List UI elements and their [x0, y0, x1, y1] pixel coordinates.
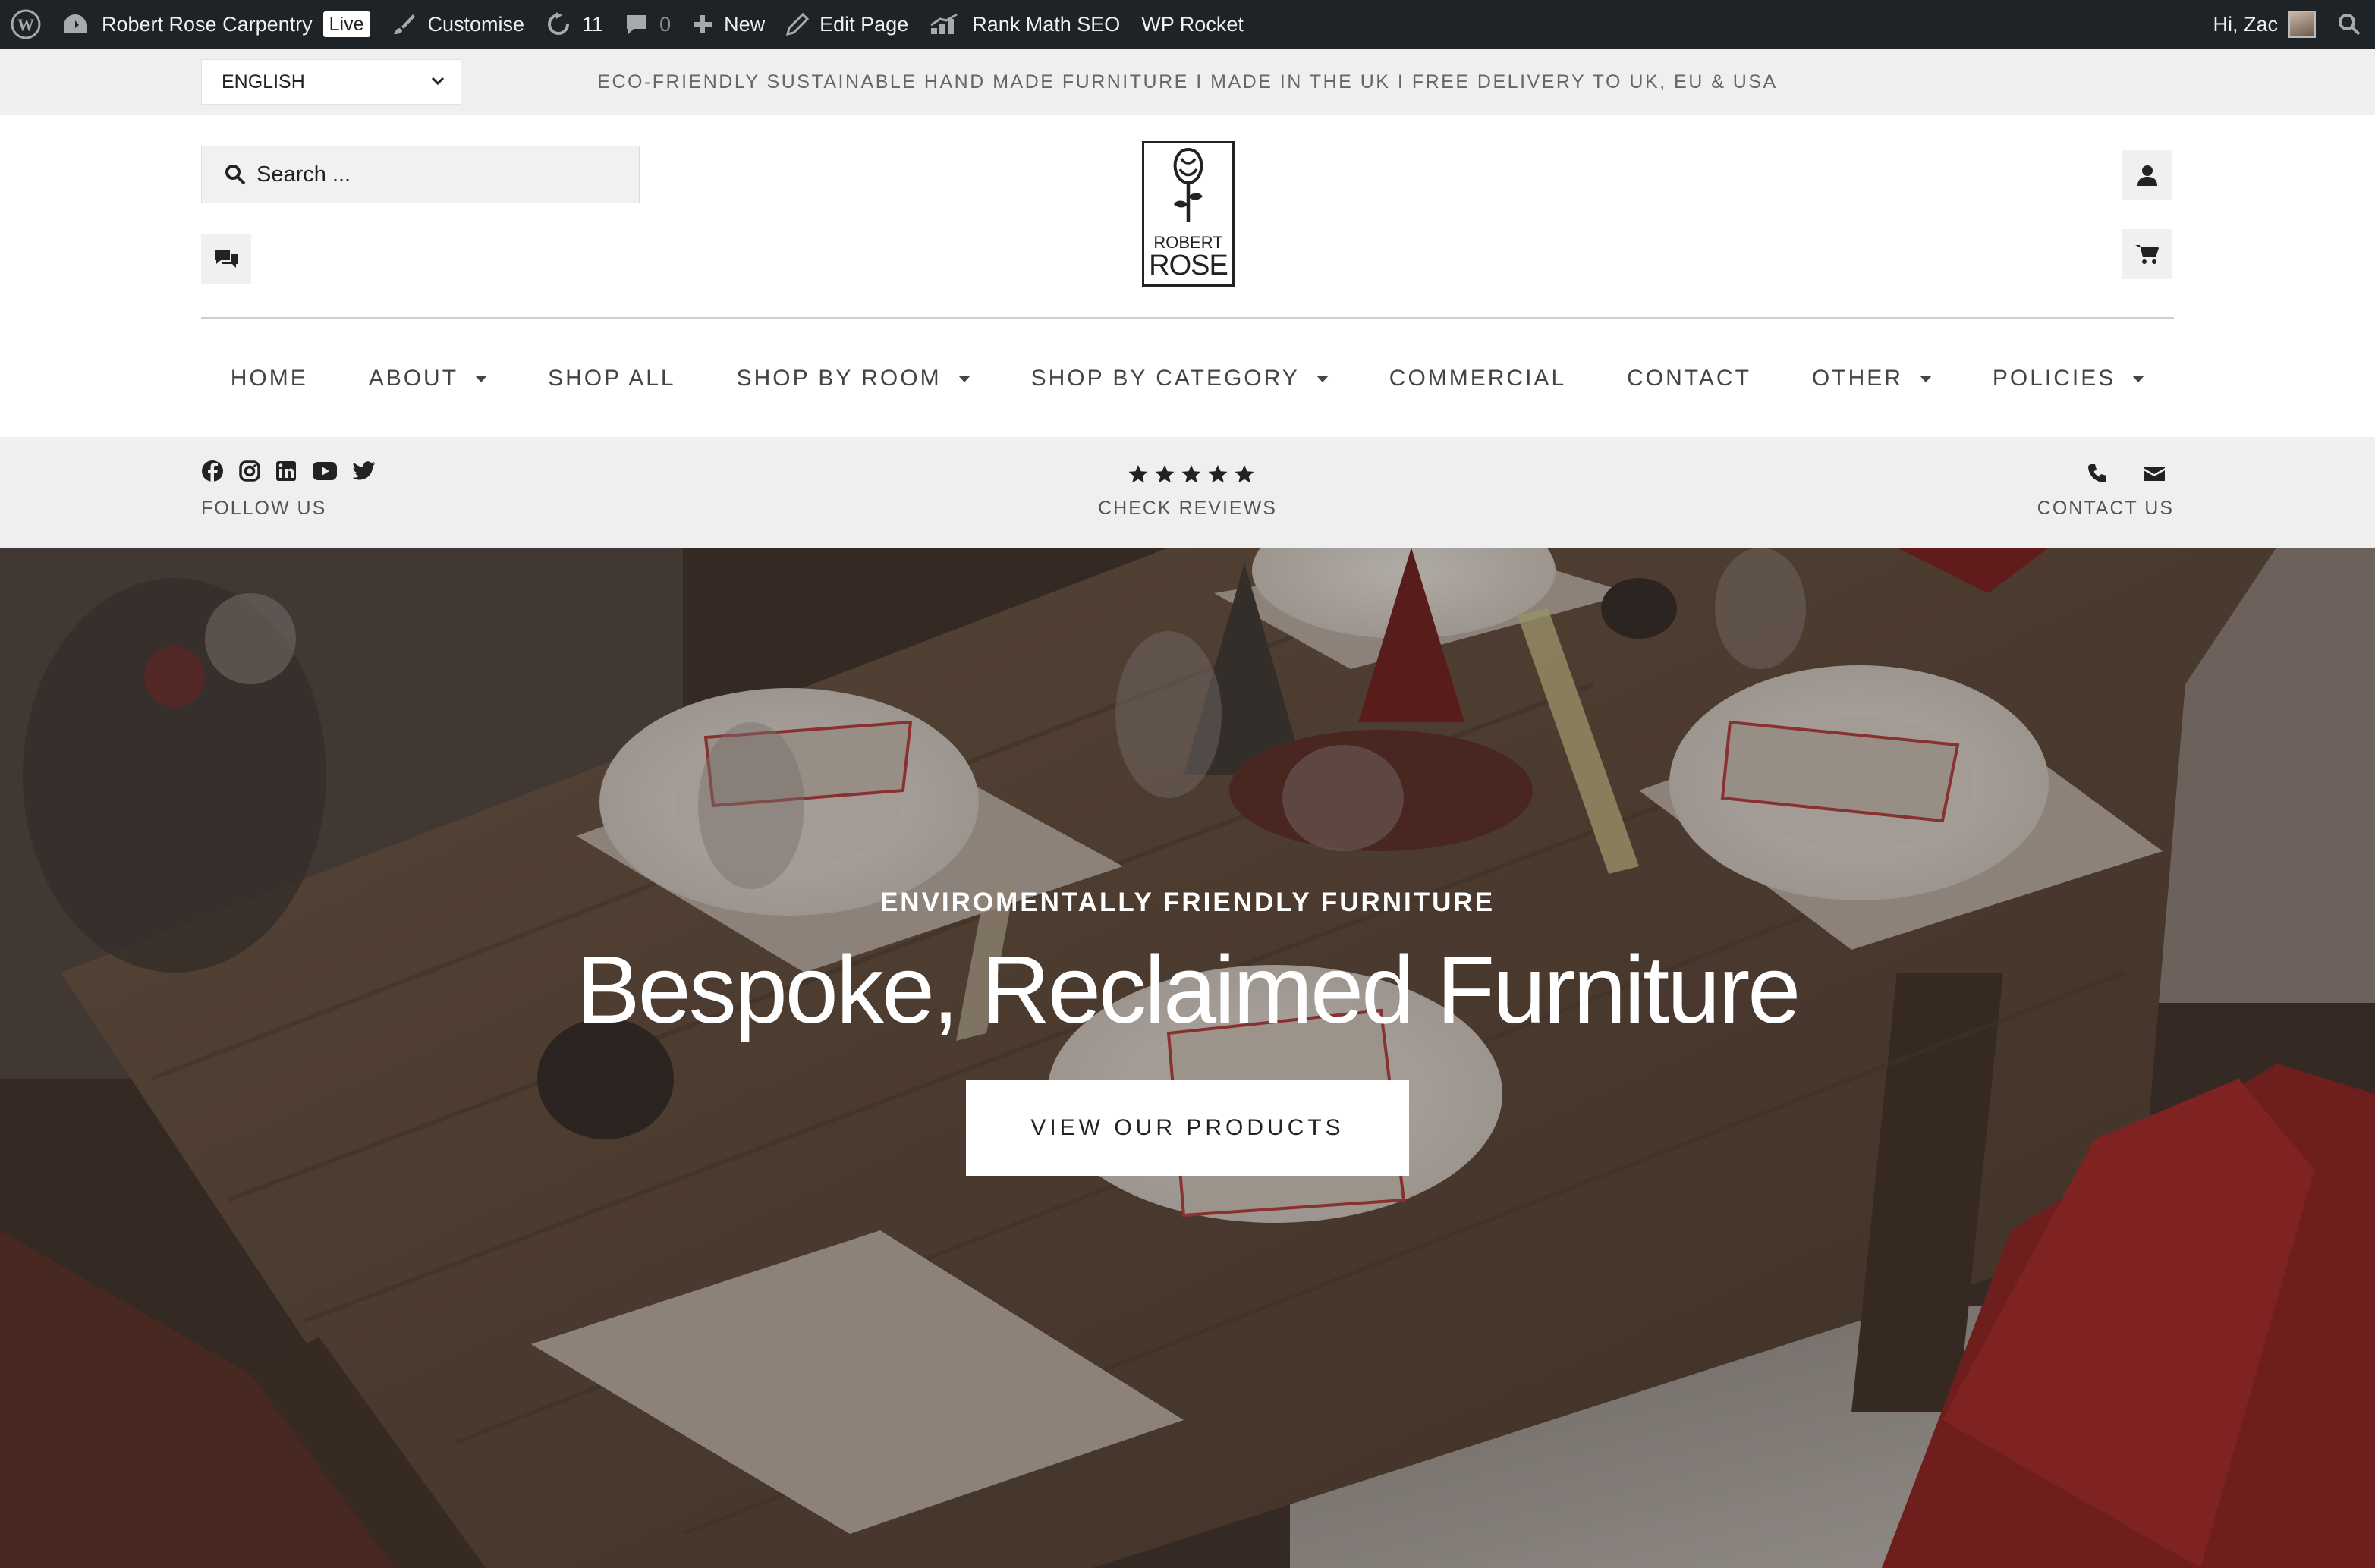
comments-link[interactable]: 0: [614, 0, 681, 49]
view-products-button[interactable]: VIEW OUR PRODUCTS: [966, 1080, 1409, 1176]
social-links: [201, 460, 376, 482]
star-icon: [1155, 465, 1175, 483]
rank-math-label: Rank Math SEO: [972, 12, 1121, 36]
hero-title: Bespoke, Reclaimed Furniture: [576, 936, 1801, 1043]
facebook-icon[interactable]: [201, 460, 224, 482]
linkedin-icon[interactable]: [275, 460, 297, 482]
nav-item-contact[interactable]: CONTACT: [1596, 366, 1782, 391]
star-icon: [1181, 465, 1201, 483]
avatar: [2288, 11, 2316, 38]
youtube-icon[interactable]: [312, 461, 338, 481]
hero-overlay: [0, 548, 2375, 1568]
svg-text:W: W: [17, 15, 34, 34]
nav-label: SHOP ALL: [548, 366, 676, 391]
dashboard-icon: [64, 14, 87, 33]
header-divider: [201, 317, 2174, 319]
instagram-icon[interactable]: [239, 460, 260, 482]
greeting: Hi, Zac: [2213, 12, 2278, 36]
rose-icon: [1173, 147, 1203, 222]
edit-page-label: Edit Page: [819, 12, 909, 36]
check-reviews-label[interactable]: CHECK REVIEWS: [0, 498, 2375, 520]
wp-rocket-link[interactable]: WP Rocket: [1131, 0, 1254, 49]
wordpress-icon: W: [11, 9, 41, 39]
contact-links: [2087, 463, 2166, 484]
refresh-icon: [548, 12, 570, 35]
plus-icon: [694, 15, 712, 33]
chat-button[interactable]: [201, 234, 251, 284]
nav-item-shop-all[interactable]: SHOP ALL: [517, 366, 706, 391]
brush-icon: [393, 14, 415, 34]
site-header: ROBERT ROSE HOME ABOUT SHOP ALL SHOP BY …: [0, 115, 2375, 437]
caret-down-icon: [475, 375, 488, 382]
nav-label: COMMERCIAL: [1389, 366, 1567, 391]
phone-icon[interactable]: [2087, 463, 2108, 484]
nav-label: OTHER: [1811, 366, 1903, 391]
updates-count: 11: [582, 12, 604, 36]
admin-bar: W Robert Rose Carpentry Live Customise 1…: [0, 0, 2375, 49]
updates-link[interactable]: 11: [535, 0, 614, 49]
info-bar: FOLLOW US CHECK REVIEWS CONTACT US: [0, 437, 2375, 548]
view-products-label: VIEW OUR PRODUCTS: [1030, 1115, 1345, 1140]
star-icon: [1235, 465, 1254, 483]
account-menu[interactable]: Hi, Zac: [2202, 0, 2326, 49]
comment-icon: [627, 15, 647, 34]
star-icon: [1128, 465, 1148, 483]
nav-label: HOME: [230, 366, 308, 391]
edit-page-link[interactable]: Edit Page: [775, 0, 919, 49]
search-icon: [2339, 14, 2361, 36]
customise-link[interactable]: Customise: [381, 0, 536, 49]
announcement-strip: ENGLISH ECO-FRIENDLY SUSTAINABLE HAND MA…: [0, 49, 2375, 115]
nav-item-shop-by-category[interactable]: SHOP BY CATEGORY: [1001, 366, 1359, 391]
site-name-link[interactable]: Robert Rose Carpentry Live: [52, 0, 381, 49]
nav-item-policies[interactable]: POLICIES: [1962, 366, 2175, 391]
wp-rocket-label: WP Rocket: [1141, 12, 1244, 36]
nav-item-about[interactable]: ABOUT: [338, 366, 517, 391]
caret-down-icon: [2132, 375, 2145, 382]
star-icon: [1208, 465, 1228, 483]
hero-eyebrow: ENVIROMENTALLY FRIENDLY FURNITURE: [879, 888, 1496, 917]
cart-button[interactable]: [2122, 229, 2172, 279]
search-icon: [225, 165, 246, 185]
user-icon: [2138, 165, 2157, 186]
new-label: New: [724, 12, 766, 36]
hero-section: ENVIROMENTALLY FRIENDLY FURNITURE Bespok…: [0, 548, 2375, 1568]
rank-math-link[interactable]: Rank Math SEO: [919, 0, 1131, 49]
search-input[interactable]: [256, 162, 621, 187]
site-name: Robert Rose Carpentry: [102, 12, 313, 36]
admin-search-button[interactable]: [2326, 0, 2375, 49]
new-content-link[interactable]: New: [681, 0, 775, 49]
chat-icon: [215, 250, 238, 268]
logo-text-rose: ROSE: [1149, 250, 1228, 281]
caret-down-icon: [958, 375, 970, 382]
live-badge: Live: [322, 11, 370, 37]
wordpress-logo-button[interactable]: W: [0, 0, 52, 49]
pencil-icon: [786, 13, 810, 36]
customise-label: Customise: [427, 12, 525, 36]
twitter-icon[interactable]: [353, 461, 376, 481]
rating-stars[interactable]: [1128, 464, 1255, 484]
nav-label: POLICIES: [1992, 366, 2116, 391]
caret-down-icon: [1316, 375, 1329, 382]
search-box[interactable]: [201, 146, 640, 203]
rank-math-icon: [930, 13, 958, 34]
nav-label: SHOP BY ROOM: [736, 366, 942, 391]
nav-label: ABOUT: [368, 366, 459, 391]
main-nav: HOME ABOUT SHOP ALL SHOP BY ROOM SHOP BY…: [0, 320, 2375, 437]
nav-label: SHOP BY CATEGORY: [1030, 366, 1300, 391]
site-logo[interactable]: ROBERT ROSE: [1142, 141, 1235, 287]
envelope-icon[interactable]: [2143, 464, 2166, 482]
cart-icon: [2135, 245, 2159, 264]
account-button[interactable]: [2122, 150, 2172, 200]
nav-item-other[interactable]: OTHER: [1782, 366, 1962, 391]
contact-us-label[interactable]: CONTACT US: [2037, 498, 2174, 520]
nav-item-commercial[interactable]: COMMERCIAL: [1359, 366, 1596, 391]
tagline: ECO-FRIENDLY SUSTAINABLE HAND MADE FURNI…: [597, 71, 1778, 93]
nav-label: CONTACT: [1627, 366, 1751, 391]
comments-count: 0: [659, 12, 672, 36]
caret-down-icon: [1919, 375, 1932, 382]
nav-item-home[interactable]: HOME: [200, 366, 338, 391]
nav-item-shop-by-room[interactable]: SHOP BY ROOM: [706, 366, 1001, 391]
